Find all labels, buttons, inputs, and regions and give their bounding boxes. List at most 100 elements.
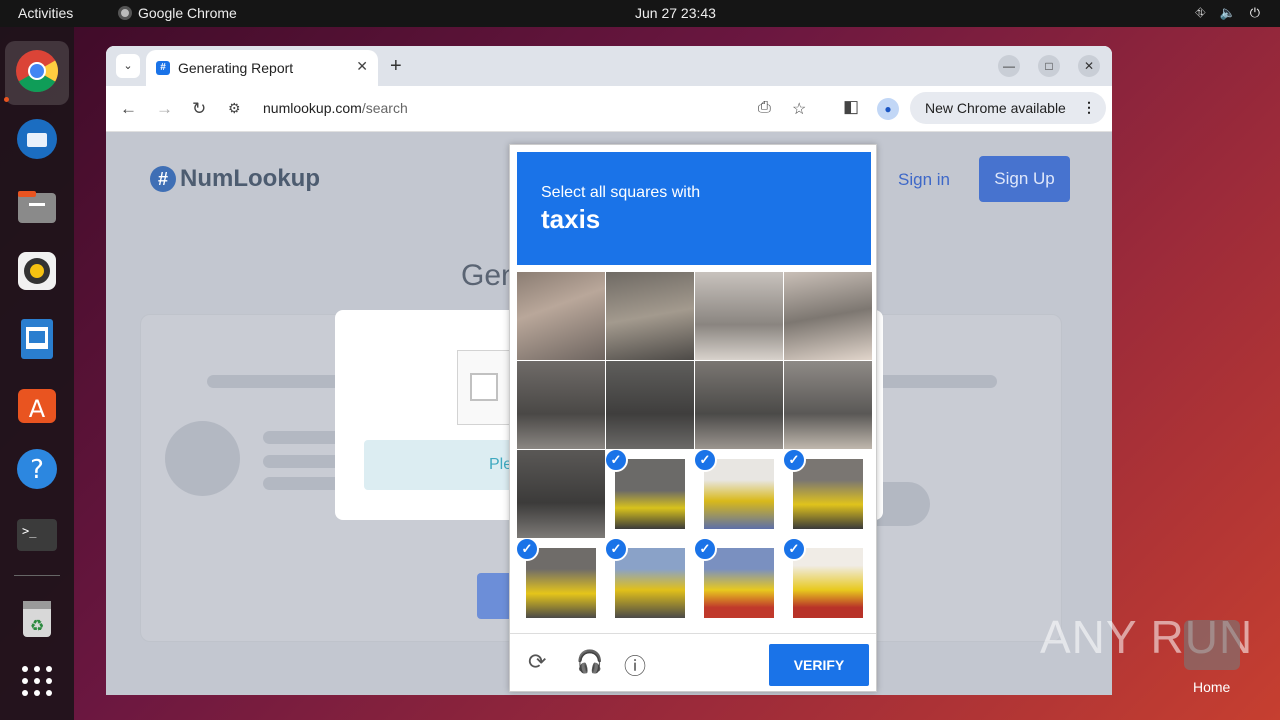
new-tab-button[interactable]: +	[390, 55, 402, 78]
recaptcha-checkbox[interactable]	[470, 373, 498, 401]
close-tab-icon[interactable]: ✕	[356, 58, 368, 75]
forward-button[interactable]: →	[156, 99, 173, 119]
appcenter-icon[interactable]: A	[13, 379, 61, 427]
captcha-tile[interactable]: ✓	[784, 539, 872, 627]
tile-image	[526, 548, 596, 618]
volume-icon: 🔈	[1219, 5, 1236, 20]
app-name: Google Chrome	[138, 5, 237, 21]
clock[interactable]: Jun 27 23:43	[635, 5, 716, 21]
captcha-tile[interactable]	[784, 361, 872, 449]
tile-image	[695, 361, 783, 449]
system-tray[interactable]: ⛗ 🔈 ⏻	[1195, 5, 1260, 21]
skeleton-bar	[263, 477, 343, 490]
captcha-tile[interactable]	[695, 272, 783, 360]
captcha-target: taxis	[541, 204, 601, 234]
skeleton-bar	[263, 455, 343, 468]
tile-image	[704, 459, 774, 529]
dock-separator	[14, 575, 60, 576]
svg-text:?: ?	[30, 455, 44, 485]
site-info-icon[interactable]: ⚙	[228, 100, 241, 117]
home-folder-icon[interactable]	[1184, 620, 1240, 670]
info-icon[interactable]: ⓘ	[624, 649, 646, 681]
url-text: numlookup.com/search	[263, 100, 408, 116]
running-indicator	[4, 97, 9, 102]
reload-button[interactable]: ↻	[192, 99, 206, 119]
captcha-tile[interactable]	[784, 272, 872, 360]
captcha-instruction: Select all squares with	[541, 184, 701, 201]
thunderbird-icon[interactable]	[13, 115, 61, 163]
captcha-tile[interactable]: ✓	[695, 450, 783, 538]
more-menu-icon[interactable]: ⋮	[1082, 99, 1096, 116]
network-icon: ⛗	[1195, 5, 1206, 20]
bookmark-star-icon[interactable]: ☆	[792, 99, 806, 119]
captcha-tile[interactable]	[606, 361, 694, 449]
signup-button[interactable]: Sign Up	[979, 156, 1070, 202]
site-logo[interactable]: # NumLookup	[150, 165, 320, 193]
svg-text:A: A	[29, 395, 46, 423]
tile-image	[615, 459, 685, 529]
activities-button[interactable]: Activities	[18, 5, 73, 21]
close-window-button[interactable]: ✕	[1078, 55, 1100, 77]
reload-challenge-icon[interactable]: ⟳	[528, 649, 546, 675]
dock: A ? >_ ♻	[0, 27, 74, 720]
rhythmbox-icon[interactable]	[13, 247, 61, 295]
captcha-tile[interactable]	[606, 272, 694, 360]
terminal-icon[interactable]: >_	[13, 511, 61, 559]
captcha-tile[interactable]	[517, 450, 605, 538]
maximize-button[interactable]: □	[1038, 55, 1060, 77]
captcha-grid: ✓ ✓ ✓ ✓ ✓ ✓ ✓	[517, 272, 872, 627]
tile-image	[695, 272, 783, 360]
captcha-tile[interactable]: ✓	[606, 450, 694, 538]
address-bar[interactable]: ⚙ numlookup.com/search ⎙ ☆	[220, 92, 830, 126]
tile-image	[517, 450, 605, 538]
update-chrome-button[interactable]: New Chrome available ⋮	[910, 92, 1106, 124]
recaptcha-box	[457, 350, 517, 425]
tab-title: Generating Report	[178, 60, 294, 76]
install-app-icon[interactable]: ⎙	[758, 99, 771, 117]
tile-image	[615, 548, 685, 618]
power-icon: ⏻	[1249, 5, 1260, 20]
tile-image	[793, 548, 863, 618]
skeleton-bar	[263, 431, 343, 444]
tile-image	[784, 272, 872, 360]
captcha-footer: ⟳ 🎧 ⓘ VERIFY	[510, 633, 876, 691]
files-icon[interactable]	[13, 183, 61, 231]
writer-icon[interactable]	[13, 315, 61, 363]
tile-image	[517, 272, 605, 360]
tile-image	[606, 272, 694, 360]
tab-generating-report[interactable]: # Generating Report ✕	[146, 50, 378, 86]
tile-image	[606, 361, 694, 449]
captcha-tile[interactable]: ✓	[606, 539, 694, 627]
captcha-tile[interactable]	[517, 361, 605, 449]
side-panel-icon[interactable]: ◧	[843, 97, 859, 117]
please-wait-notice: Ple	[364, 440, 524, 490]
minimize-button[interactable]: —	[998, 55, 1020, 77]
signin-link[interactable]: Sign in	[898, 170, 950, 190]
app-menu[interactable]: Google Chrome	[118, 5, 237, 21]
svg-text:♻: ♻	[30, 616, 44, 635]
captcha-tile[interactable]: ✓	[695, 539, 783, 627]
chrome-small-icon	[118, 6, 132, 20]
captcha-tile[interactable]	[517, 272, 605, 360]
captcha-tile[interactable]	[695, 361, 783, 449]
captcha-tile[interactable]: ✓	[784, 450, 872, 538]
top-bar: Activities Google Chrome Jun 27 23:43 ⛗ 🔈…	[0, 0, 1280, 27]
captcha-tile[interactable]: ✓	[517, 539, 605, 627]
trash-icon[interactable]: ♻	[13, 593, 61, 641]
toolbar: ← → ↻ ⚙ numlookup.com/search ⎙ ☆ ◧ ● New…	[106, 86, 1112, 132]
tile-image	[793, 459, 863, 529]
verify-button[interactable]: VERIFY	[769, 644, 869, 686]
hash-icon: #	[150, 166, 176, 192]
tab-search-button[interactable]: ⌄	[116, 54, 140, 78]
profile-avatar-icon[interactable]: ●	[877, 98, 899, 120]
home-folder-label: Home	[1193, 679, 1231, 695]
svg-text:>_: >_	[22, 524, 37, 538]
numlookup-favicon-icon: #	[156, 61, 170, 75]
skeleton-avatar	[165, 421, 240, 496]
back-button[interactable]: ←	[120, 99, 137, 119]
help-icon[interactable]: ?	[13, 445, 61, 493]
apps-grid-icon[interactable]	[13, 657, 61, 705]
chrome-icon[interactable]	[13, 47, 61, 95]
audio-challenge-icon[interactable]: 🎧	[576, 649, 603, 675]
tile-image	[784, 361, 872, 449]
